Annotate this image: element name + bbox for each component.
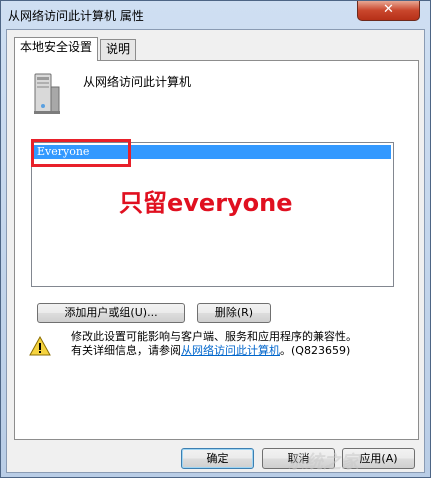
tab-label: 说明 <box>106 42 131 56</box>
dialog-body: 本地安全设置 说明 从网络访问此计算机 Everyone 只留everyone … <box>6 29 425 473</box>
ok-button[interactable]: 确定 <box>181 448 254 469</box>
close-button[interactable]: ✕ <box>357 1 420 21</box>
tab-label: 本地安全设置 <box>20 40 93 54</box>
remove-button[interactable]: 删除(R) <box>197 303 271 323</box>
warning-line-2: 有关详细信息，请参阅 <box>71 344 181 357</box>
close-icon: ✕ <box>383 2 394 17</box>
tab-local-security-setting[interactable]: 本地安全设置 <box>14 37 99 61</box>
computer-icon <box>34 73 60 114</box>
title-bar[interactable]: 从网络访问此计算机 属性 ✕ <box>1 1 430 29</box>
highlight-box <box>31 139 131 167</box>
compatibility-warning: 修改此设置可能影响与客户端、服务和应用程序的兼容性。 有关详细信息，请参阅从网络… <box>71 330 411 358</box>
tab-explain[interactable]: 说明 <box>100 39 137 60</box>
warning-line-1: 修改此设置可能影响与客户端、服务和应用程序的兼容性。 <box>71 330 357 343</box>
policy-name: 从网络访问此计算机 <box>83 75 192 89</box>
properties-window: 从网络访问此计算机 属性 ✕ 本地安全设置 说明 从网络访问此计算机 Every <box>0 0 431 478</box>
window-title: 从网络访问此计算机 属性 <box>8 9 144 23</box>
help-link[interactable]: 从网络访问此计算机 <box>181 344 280 357</box>
apply-button[interactable]: 应用(A) <box>342 448 415 469</box>
warning-icon <box>29 336 51 356</box>
cancel-button[interactable]: 取消 <box>262 448 335 469</box>
tab-panel: 从网络访问此计算机 Everyone 只留everyone 添加用户或组(U).… <box>14 60 419 440</box>
add-user-or-group-button[interactable]: 添加用户或组(U)... <box>37 303 185 323</box>
kb-reference: 。(Q823659) <box>280 344 351 357</box>
annotation-text: 只留everyone <box>119 189 293 217</box>
